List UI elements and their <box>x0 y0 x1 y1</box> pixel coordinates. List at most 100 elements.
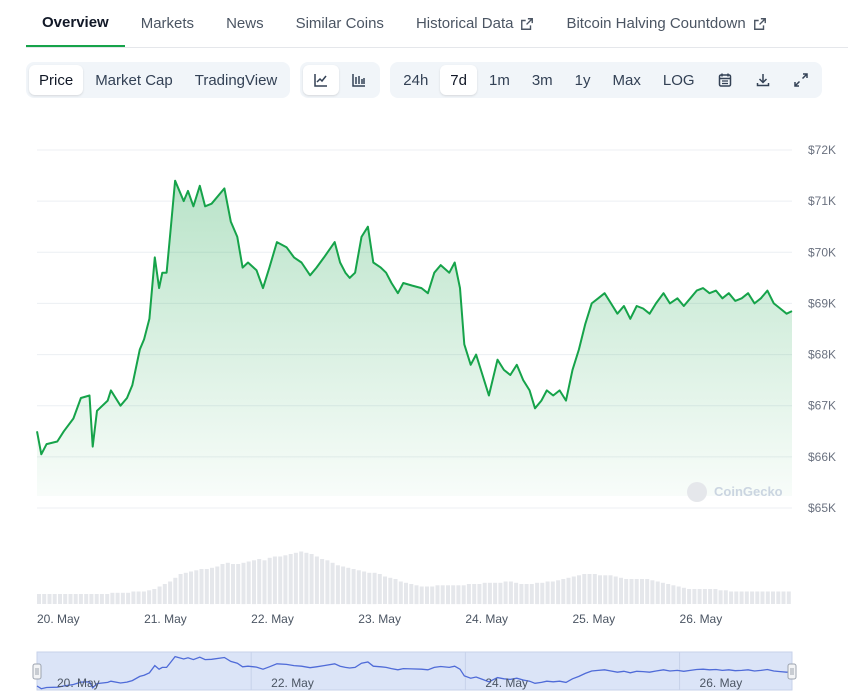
volume-bar <box>629 579 634 604</box>
volume-bar <box>571 576 576 604</box>
volume-bar <box>147 590 152 605</box>
volume-bar <box>650 580 655 605</box>
volume-bar <box>330 562 335 605</box>
handle-grip[interactable] <box>787 663 797 680</box>
line-chart-button[interactable] <box>303 65 340 95</box>
volume-bar <box>582 574 587 604</box>
metric-tradingview-button[interactable]: TradingView <box>185 65 288 95</box>
volume-bar <box>257 559 262 604</box>
volume-bar <box>760 591 765 604</box>
download-button[interactable] <box>745 65 781 95</box>
volume-bar <box>592 574 597 604</box>
volume-bar <box>487 582 492 605</box>
tab-historical-data[interactable]: Historical Data <box>400 0 551 47</box>
range-group: 24h 7d 1m 3m 1y Max LOG <box>390 62 822 98</box>
volume-bar <box>776 591 781 604</box>
volume-bar <box>189 571 193 604</box>
range-1y-button[interactable]: 1y <box>565 65 601 95</box>
volume-bar <box>199 569 204 604</box>
volume-bar <box>398 581 403 604</box>
volume-bar <box>634 579 639 604</box>
volume-bar <box>356 570 361 605</box>
tab-similar-coins[interactable]: Similar Coins <box>280 0 400 47</box>
tab-label: Similar Coins <box>295 15 384 32</box>
tab-overview[interactable]: Overview <box>26 0 125 47</box>
tab-bitcoin-halving-countdown[interactable]: Bitcoin Halving Countdown <box>550 0 782 47</box>
y-tick-label: $70K <box>808 245 836 259</box>
fullscreen-button[interactable] <box>783 65 819 95</box>
volume-bar <box>383 576 387 604</box>
x-tick-label: 21. May <box>144 612 187 626</box>
volume-bar <box>708 589 713 604</box>
volume-bar <box>341 566 346 604</box>
volume-bar <box>73 594 78 604</box>
navigator-tick-label: 26. May <box>700 676 743 690</box>
volume-bar <box>231 564 235 604</box>
external-link-icon <box>520 17 534 31</box>
tab-markets[interactable]: Markets <box>125 0 210 47</box>
volume-bar <box>377 574 382 604</box>
range-24h-button[interactable]: 24h <box>393 65 438 95</box>
volume-bar <box>514 582 519 605</box>
volume-bar <box>697 589 702 604</box>
volume-bar <box>225 562 230 605</box>
y-tick-label: $65K <box>808 501 836 515</box>
volume-bar <box>781 591 786 604</box>
volume-bar <box>750 591 755 604</box>
volume-bar <box>304 552 309 605</box>
volume-bar <box>168 581 173 604</box>
volume-bar <box>68 594 73 604</box>
volume-bar <box>309 554 314 604</box>
candlestick-chart-button[interactable] <box>341 65 377 95</box>
chart-toolbar: Price Market Cap TradingView 24h 7d 1m 3m 1y Ma… <box>26 62 822 98</box>
volume-bar <box>314 556 319 604</box>
volume-bar <box>388 577 393 605</box>
range-max-button[interactable]: Max <box>603 65 651 95</box>
navigator-left-handle[interactable] <box>32 663 42 680</box>
volume-bar <box>624 579 629 604</box>
range-log-button[interactable]: LOG <box>653 65 705 95</box>
volume-bar <box>529 584 534 604</box>
volume-bar <box>404 582 408 605</box>
volume-bar <box>771 591 775 604</box>
volume-bar <box>477 584 482 604</box>
volume-bar <box>178 574 183 604</box>
volume-bar <box>440 585 445 605</box>
volume-bar <box>414 585 419 605</box>
handle-grip[interactable] <box>32 663 42 680</box>
volume-bar <box>765 591 770 604</box>
tab-news[interactable]: News <box>210 0 280 47</box>
range-7d-button[interactable]: 7d <box>440 65 477 95</box>
navigator-tick-label: 22. May <box>271 676 314 690</box>
top-tabs: Overview Markets News Similar Coins Historic… <box>26 0 848 48</box>
volume-bar <box>351 569 356 604</box>
volume-bar <box>299 551 304 604</box>
range-navigator[interactable]: 20. May 22. May 24. May 26. May <box>32 651 797 691</box>
x-tick-label: 26. May <box>680 612 723 626</box>
volume-bar <box>613 576 618 604</box>
volume-bar <box>152 589 157 604</box>
range-3m-button[interactable]: 3m <box>522 65 563 95</box>
volume-bar <box>105 594 110 604</box>
x-tick-label: 20. May <box>37 612 80 626</box>
volume-bar <box>524 584 529 604</box>
volume-bar <box>702 589 707 604</box>
navigator-right-handle[interactable] <box>787 663 797 680</box>
y-tick-label: $69K <box>808 296 836 310</box>
metric-price-button[interactable]: Price <box>29 65 84 95</box>
price-chart[interactable]: $72K $71K $70K $69K $68K $67K $66K $65K CoinGeck… <box>0 120 866 697</box>
volume-bar <box>723 590 728 605</box>
volume-bar <box>482 582 487 605</box>
volume-bar <box>84 594 89 604</box>
range-1m-button[interactable]: 1m <box>479 65 520 95</box>
volume-bar <box>577 575 581 605</box>
calendar-button[interactable] <box>707 65 743 95</box>
metric-market-cap-button[interactable]: Market Cap <box>85 65 183 95</box>
volume-bar <box>545 581 550 604</box>
volume-bar <box>325 560 330 605</box>
tab-label: Overview <box>42 14 109 31</box>
volume-bar <box>194 570 199 605</box>
tab-label: News <box>226 15 264 32</box>
x-tick-label: 23. May <box>358 612 401 626</box>
download-icon <box>755 72 771 88</box>
